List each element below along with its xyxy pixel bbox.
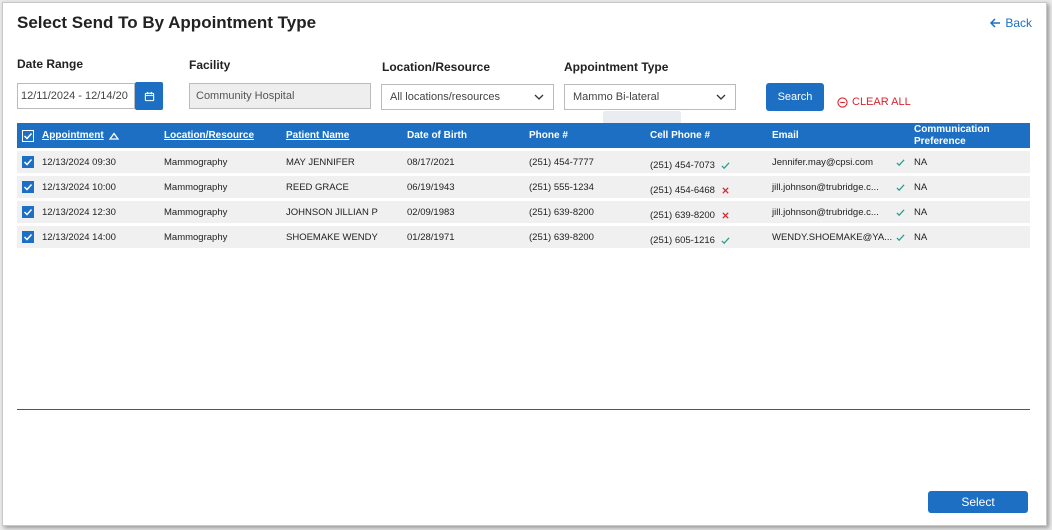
check-icon — [23, 208, 33, 216]
cell-dob: 01/28/1971 — [407, 231, 455, 243]
table-row[interactable]: 12/13/2024 14:00 Mammography SHOEMAKE WEND… — [17, 226, 1030, 248]
cell-location: Mammography — [164, 206, 228, 218]
check-icon — [23, 233, 33, 241]
header-phone: Phone # — [529, 130, 568, 141]
cell-dob: 08/17/2021 — [407, 156, 455, 168]
row-checkbox[interactable] — [22, 201, 34, 223]
appointment-type-label: Appointment Type — [564, 60, 669, 74]
page-title: Select Send To By Appointment Type — [17, 13, 317, 32]
cell-appointment: 12/13/2024 14:00 — [42, 231, 116, 243]
minus-circle-icon — [837, 96, 848, 108]
location-label: Location/Resource — [382, 60, 491, 74]
clear-all-button[interactable]: CLEAR ALL — [837, 96, 911, 108]
cell-communication-preference: NA — [914, 206, 928, 218]
check-icon — [896, 183, 905, 191]
cell-location: Mammography — [164, 231, 228, 243]
cell-communication-preference: NA — [914, 181, 928, 193]
appointment-type-value: Mammo Bi-lateral — [573, 91, 660, 103]
check-icon — [721, 236, 730, 244]
table-row[interactable]: 12/13/2024 10:00 Mammography REED GRACE 06/… — [17, 176, 1030, 198]
facility-label: Facility — [189, 58, 231, 72]
row-checkbox[interactable] — [22, 226, 34, 248]
cell-appointment: 12/13/2024 12:30 — [42, 206, 116, 218]
check-icon — [896, 233, 905, 241]
check-icon — [23, 183, 33, 191]
cell-email: Jennifer.may@cpsi.com — [772, 156, 873, 168]
date-range-input[interactable]: 12/11/2024 - 12/14/20 — [17, 83, 135, 109]
arrow-left-icon — [990, 18, 1001, 28]
check-icon — [23, 132, 33, 140]
facility-value: Community Hospital — [196, 90, 295, 102]
cell-email: jill.johnson@trubridge.c... — [772, 181, 879, 193]
cell-email: WENDY.SHOEMAKE@YA... — [772, 231, 893, 243]
close-icon — [722, 186, 729, 194]
check-icon — [896, 158, 905, 166]
back-link[interactable]: Back — [989, 16, 1032, 30]
facility-field: Community Hospital — [189, 83, 371, 109]
table-row[interactable]: 12/13/2024 09:30 Mammography MAY JENNIFER 0… — [17, 151, 1030, 173]
table-row[interactable]: 12/13/2024 12:30 Mammography JOHNSON JILLI… — [17, 201, 1030, 223]
email-valid-check — [896, 201, 905, 223]
cell-communication-preference: NA — [914, 231, 928, 243]
location-select[interactable]: All locations/resources — [381, 84, 554, 110]
email-valid-check — [896, 176, 905, 198]
check-icon — [896, 208, 905, 216]
dialog: Select Send To By Appointment Type Back … — [2, 2, 1047, 526]
cell-patient: REED GRACE — [286, 181, 349, 193]
cell-patient: SHOEMAKE WENDY — [286, 231, 378, 243]
cell-cell-phone: (251) 454-7073 — [650, 154, 730, 176]
grid-body: 12/13/2024 09:30 Mammography MAY JENNIFER 0… — [17, 151, 1030, 248]
chevron-down-icon — [534, 94, 544, 100]
header-cell: Cell Phone # — [650, 130, 711, 141]
select-label: Select — [961, 495, 995, 509]
header-dob: Date of Birth — [407, 130, 467, 141]
grid-header: Appointment Location/Resource Patient Na… — [17, 123, 1030, 148]
location-value: All locations/resources — [390, 91, 501, 103]
email-valid-check — [896, 151, 905, 173]
appointment-grid: Appointment Location/Resource Patient Na… — [17, 123, 1030, 248]
select-all-checkbox[interactable] — [22, 123, 34, 148]
cell-dob: 06/19/1943 — [407, 181, 455, 193]
header-appointment[interactable]: Appointment — [42, 123, 119, 148]
select-button[interactable]: Select — [928, 491, 1028, 513]
date-range-value: 12/11/2024 - 12/14/20 — [21, 90, 128, 102]
row-checkbox[interactable] — [22, 151, 34, 173]
check-icon — [23, 158, 33, 166]
cell-cell-phone: (251) 605-1216 — [650, 229, 730, 251]
header-communication-preference: Communication Preference — [914, 123, 990, 147]
calendar-button[interactable] — [135, 82, 163, 110]
date-range-label: Date Range — [17, 57, 84, 71]
cell-phone: (251) 454-7777 — [529, 156, 594, 168]
cell-phone: (251) 555-1234 — [529, 181, 594, 193]
chevron-down-icon — [716, 94, 726, 100]
header-patient[interactable]: Patient Name — [286, 123, 349, 148]
cell-location: Mammography — [164, 156, 228, 168]
divider — [17, 409, 1030, 410]
sort-ascending-icon — [108, 131, 119, 140]
cell-location: Mammography — [164, 181, 228, 193]
header-location[interactable]: Location/Resource — [164, 123, 254, 148]
back-label: Back — [1005, 16, 1032, 30]
cell-dob: 02/09/1983 — [407, 206, 455, 218]
clear-all-label: CLEAR ALL — [852, 96, 911, 108]
check-icon — [721, 161, 730, 169]
cell-patient: MAY JENNIFER — [286, 156, 355, 168]
cell-appointment: 12/13/2024 10:00 — [42, 181, 116, 193]
row-checkbox[interactable] — [22, 176, 34, 198]
calendar-icon — [144, 91, 154, 101]
cell-patient: JOHNSON JILLIAN P — [286, 206, 378, 218]
email-valid-check — [896, 226, 905, 248]
search-label: Search — [777, 91, 813, 103]
cell-cell-phone: (251) 454-6468 — [650, 179, 730, 201]
appointment-type-select[interactable]: Mammo Bi-lateral — [564, 84, 736, 110]
cell-appointment: 12/13/2024 09:30 — [42, 156, 116, 168]
close-icon — [722, 211, 729, 219]
header-email: Email — [772, 130, 799, 141]
cell-phone: (251) 639-8200 — [529, 206, 594, 218]
cell-communication-preference: NA — [914, 156, 928, 168]
cell-email: jill.johnson@trubridge.c... — [772, 206, 879, 218]
cell-cell-phone: (251) 639-8200 — [650, 204, 730, 226]
cell-phone: (251) 639-8200 — [529, 231, 594, 243]
search-button[interactable]: Search — [766, 83, 824, 111]
